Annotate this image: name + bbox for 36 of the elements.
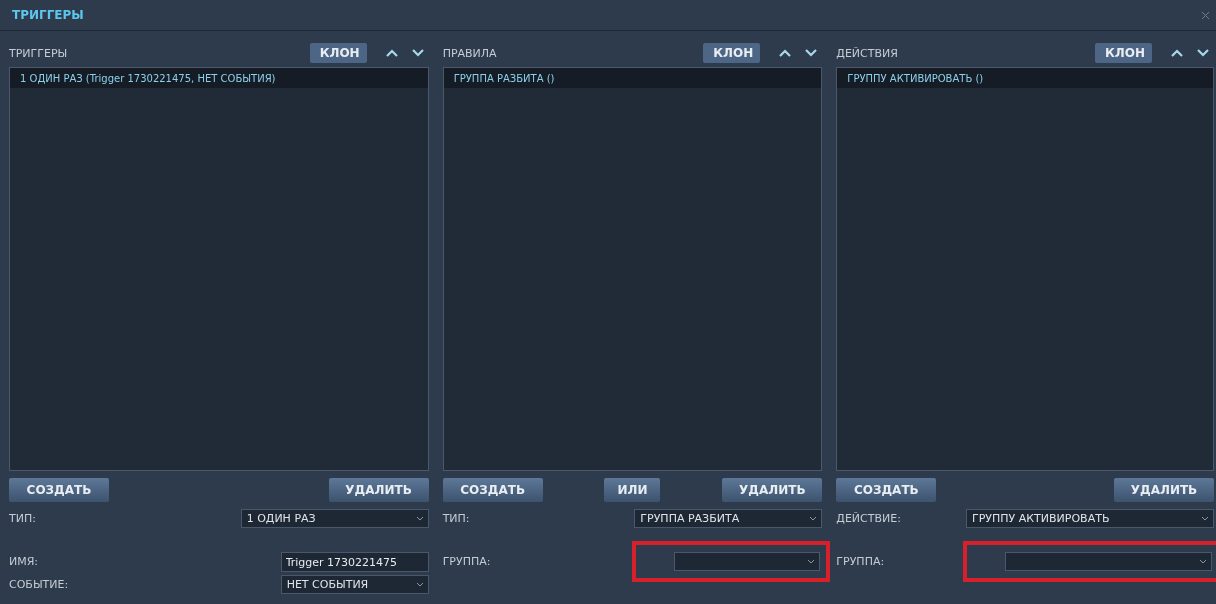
dropdown[interactable]: ГРУППУ АКТИВИРОВАТЬ (966, 509, 1214, 528)
caret-icon (415, 516, 424, 521)
list-item[interactable]: ГРУППУ АКТИВИРОВАТЬ () (837, 68, 1213, 88)
panel-title: ДЕЙСТВИЯ (836, 46, 899, 60)
close-icon[interactable] (1201, 10, 1210, 20)
field-label: ТИП: (9, 512, 36, 525)
caret-icon (415, 582, 424, 587)
window-title: ТРИГГЕРЫ (12, 8, 84, 22)
action-button[interactable]: УДАЛИТЬ (1114, 478, 1214, 502)
action-button[interactable]: СОЗДАТЬ (9, 478, 109, 502)
field-label: ДЕЙСТВИЕ: (836, 512, 901, 525)
dropdown[interactable]: НЕТ СОБЫТИЯ (280, 575, 429, 594)
action-button[interactable]: УДАЛИТЬ (722, 478, 823, 502)
action-button[interactable]: СОЗДАТЬ (836, 478, 937, 502)
action-button[interactable]: ИЛИ (604, 478, 661, 502)
field-label: ТИП: (442, 512, 470, 525)
caret-icon (1199, 559, 1207, 564)
field-label: ГРУППА: (442, 555, 491, 568)
list-item[interactable]: 1 ОДИН РАЗ (Trigger 1730221475, НЕТ СОБЫТИЯ) (10, 68, 428, 88)
dropdown[interactable]: ГРУППА РАЗБИТА (634, 509, 823, 528)
caret-icon (807, 559, 816, 564)
panel-title: ПРАВИЛА (442, 46, 498, 60)
field-label: ГРУППА: (836, 555, 885, 568)
input-field[interactable]: Trigger 1730221475 (280, 552, 429, 573)
field-label: СОБЫТИЕ: (9, 578, 69, 591)
caret-icon (1201, 516, 1209, 521)
dropdown[interactable]: 1 ОДИН РАЗ (240, 509, 429, 528)
caret-icon (809, 516, 818, 521)
action-button[interactable]: СОЗДАТЬ (442, 478, 543, 502)
field-label: ИМЯ: (9, 555, 39, 568)
list-item[interactable]: ГРУППА РАЗБИТА () (443, 68, 822, 88)
clone-button[interactable]: КЛОН (703, 43, 761, 63)
clone-button[interactable]: КЛОН (1095, 43, 1152, 63)
clone-button[interactable]: КЛОН (309, 43, 367, 63)
panel-title: ТРИГГЕРЫ (9, 46, 69, 60)
action-button[interactable]: УДАЛИТЬ (328, 478, 429, 502)
